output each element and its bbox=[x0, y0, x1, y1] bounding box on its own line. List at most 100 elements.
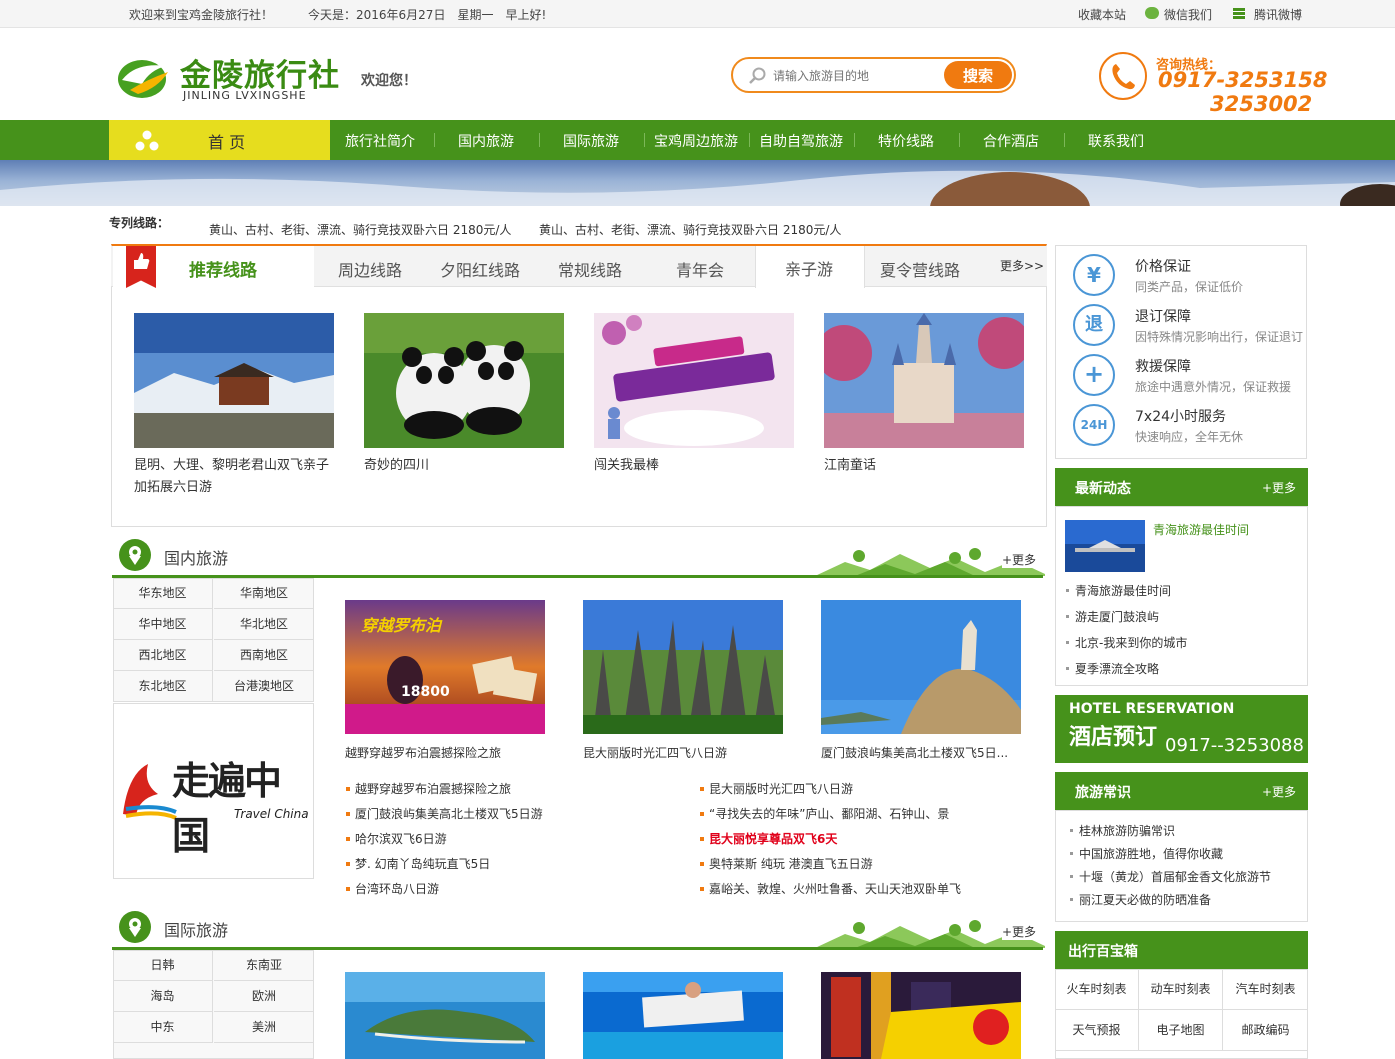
dom-image-stoneforest[interactable] bbox=[583, 600, 783, 734]
domestic-more-link[interactable]: +更多 bbox=[1002, 551, 1037, 568]
region-east-china[interactable]: 华东地区 bbox=[113, 578, 213, 609]
travel-china-ad[interactable]: 走遍中国 Travel China bbox=[113, 703, 314, 879]
card-title-kunming[interactable]: 昆明、大理、黎明老君山双飞亲子加拓展六日游 bbox=[134, 455, 334, 499]
nav-item-intro[interactable]: 旅行社简介 bbox=[345, 131, 415, 151]
hotel-reservation-banner[interactable]: HOTEL RESERVATION 酒店预订 0917--3253088 bbox=[1055, 695, 1308, 763]
recommend-more-link[interactable]: 更多>> bbox=[1000, 257, 1044, 274]
guarantee-subtitle: 因特殊情况影响出行，保证退订 bbox=[1135, 330, 1304, 344]
nav-item-contact[interactable]: 联系我们 bbox=[1088, 131, 1144, 151]
card-image-panda[interactable] bbox=[364, 313, 564, 448]
dom-list-item[interactable]: 台湾环岛八日游 bbox=[355, 880, 439, 897]
intl-image-ocean[interactable] bbox=[583, 972, 783, 1059]
tool-map[interactable]: 电子地图 bbox=[1139, 1010, 1223, 1051]
tool-train-schedule[interactable]: 火车时刻表 bbox=[1055, 969, 1139, 1010]
card-image-family[interactable] bbox=[594, 313, 794, 448]
knowledge-header: 旅游常识 +更多 bbox=[1055, 772, 1308, 810]
toolbox-header: 出行百宝箱 bbox=[1055, 931, 1308, 969]
nav-item-selfdrive[interactable]: 自助自驾旅游 bbox=[759, 131, 843, 151]
card-title-jiangnan[interactable]: 江南童话 bbox=[824, 455, 1024, 477]
knowledge-more-link[interactable]: +更多 bbox=[1262, 783, 1296, 800]
nav-item-hotels[interactable]: 合作酒店 bbox=[983, 131, 1039, 151]
tab-family[interactable]: 亲子游 bbox=[785, 256, 833, 280]
nav-home-label: 首 页 bbox=[208, 133, 246, 152]
news-item[interactable]: 夏季漂流全攻略 bbox=[1075, 660, 1159, 677]
tab-nearby[interactable]: 周边线路 bbox=[338, 257, 402, 281]
nav-item-international[interactable]: 国际旅游 bbox=[563, 131, 619, 151]
dom-image-lopnur[interactable]: 穿越罗布泊 18800 bbox=[345, 600, 545, 734]
tool-bus-schedule[interactable]: 汽车时刻表 bbox=[1223, 969, 1308, 1010]
card-title-sichuan[interactable]: 奇妙的四川 bbox=[364, 455, 564, 477]
search-button[interactable]: 搜索 bbox=[944, 61, 1012, 89]
dom-list-item[interactable]: 厦门鼓浪屿集美高北土楼双飞5日游 bbox=[355, 805, 543, 822]
tool-weather[interactable]: 天气预报 bbox=[1055, 1010, 1139, 1051]
guarantee-subtitle: 快速响应，全年无休 bbox=[1135, 430, 1244, 444]
region-hk-macao-tw[interactable]: 台港澳地区 bbox=[214, 671, 314, 702]
news-item[interactable]: 游走厦门鼓浪屿 bbox=[1075, 608, 1159, 625]
card-title-challenge[interactable]: 闯关我最棒 bbox=[594, 455, 794, 477]
international-more-link[interactable]: +更多 bbox=[1002, 923, 1037, 940]
tab-summercamp[interactable]: 夏令营线路 bbox=[880, 257, 960, 281]
region-central-china[interactable]: 华中地区 bbox=[113, 609, 213, 640]
dom-caption[interactable]: 昆大丽版时光汇四飞八日游 bbox=[583, 744, 783, 761]
dom-list-item-highlight[interactable]: 昆大丽悦享尊品双飞6天 bbox=[709, 830, 837, 847]
region-americas[interactable]: 美洲 bbox=[214, 1012, 314, 1043]
dom-list-item[interactable]: 昆大丽版时光汇四飞八日游 bbox=[709, 780, 853, 797]
search-input[interactable] bbox=[773, 66, 933, 86]
intl-image-island[interactable] bbox=[345, 972, 545, 1059]
tab-senior[interactable]: 夕阳红线路 bbox=[440, 257, 520, 281]
region-middle-east[interactable]: 中东 bbox=[113, 1012, 213, 1043]
card-image-castle[interactable] bbox=[824, 313, 1024, 448]
hotel-phone: 0917--3253088 bbox=[1165, 735, 1304, 756]
news-item[interactable]: 青海旅游最佳时间 bbox=[1075, 582, 1171, 599]
rescue-kit-icon: + bbox=[1073, 354, 1115, 396]
logo-icon[interactable] bbox=[116, 54, 172, 100]
weibo-link[interactable]: 腾讯微博 bbox=[1254, 6, 1302, 23]
dom-caption[interactable]: 越野穿越罗布泊震撼探险之旅 bbox=[345, 744, 545, 761]
welcome-text: 欢迎来到宝鸡金陵旅行社！ bbox=[129, 8, 274, 22]
region-islands[interactable]: 海岛 bbox=[113, 981, 213, 1012]
nav-home[interactable]: 首 页 bbox=[109, 120, 330, 160]
favorite-link[interactable]: 收藏本站 bbox=[1078, 6, 1126, 23]
wechat-link[interactable]: 微信我们 bbox=[1164, 6, 1212, 23]
dom-image-gulangyu[interactable] bbox=[821, 600, 1021, 734]
nav-item-baoji[interactable]: 宝鸡周边旅游 bbox=[654, 131, 738, 151]
tab-youth[interactable]: 青年会 bbox=[676, 257, 724, 281]
news-more-link[interactable]: +更多 bbox=[1262, 479, 1296, 496]
region-south-china[interactable]: 华南地区 bbox=[214, 578, 314, 609]
news-featured-image[interactable] bbox=[1065, 520, 1145, 572]
tool-bullet-train[interactable]: 动车时刻表 bbox=[1139, 969, 1223, 1010]
guarantee-title: 7x24小时服务 bbox=[1135, 409, 1227, 425]
dom-caption[interactable]: 厦门鼓浪屿集美高北土楼双飞5日... bbox=[821, 744, 1021, 761]
knowledge-item[interactable]: 中国旅游胜地，值得你收藏 bbox=[1079, 845, 1223, 862]
dom-list-item[interactable]: 哈尔滨双飞6日游 bbox=[355, 830, 447, 847]
region-northwest[interactable]: 西北地区 bbox=[113, 640, 213, 671]
special-line-link[interactable]: 黄山、古村、老街、漂流、骑行竞技双卧六日 2180元/人 bbox=[209, 221, 511, 238]
region-japan-korea[interactable]: 日韩 bbox=[113, 950, 213, 981]
intl-image-korea[interactable] bbox=[821, 972, 1021, 1059]
knowledge-item[interactable]: 桂林旅游防骗常识 bbox=[1079, 822, 1175, 839]
news-featured-link[interactable]: 青海旅游最佳时间 bbox=[1153, 521, 1249, 538]
region-southwest[interactable]: 西南地区 bbox=[214, 640, 314, 671]
card-image-kunming[interactable] bbox=[134, 313, 334, 448]
dom-list-item[interactable]: 梦. 幻南丫岛纯玩直飞5日 bbox=[355, 855, 490, 872]
news-item[interactable]: 北京-我来到你的城市 bbox=[1075, 634, 1187, 651]
region-europe[interactable]: 欧洲 bbox=[214, 981, 314, 1012]
nav-item-domestic[interactable]: 国内旅游 bbox=[458, 131, 514, 151]
lopnur-image-title: 穿越罗布泊 bbox=[361, 616, 442, 635]
dom-list-item[interactable]: “寻找失去的年味”庐山、鄱阳湖、石钟山、景 bbox=[709, 805, 949, 822]
bullet bbox=[1066, 641, 1069, 644]
dom-list-item[interactable]: 奥特莱斯 纯玩 港澳直飞五日游 bbox=[709, 855, 873, 872]
dom-list-item[interactable]: 越野穿越罗布泊震撼探险之旅 bbox=[355, 780, 511, 797]
region-north-china[interactable]: 华北地区 bbox=[214, 609, 314, 640]
knowledge-item[interactable]: 丽江夏天必做的防晒准备 bbox=[1079, 891, 1211, 908]
region-northeast[interactable]: 东北地区 bbox=[113, 671, 213, 702]
news-title: 最新动态 bbox=[1075, 481, 1131, 497]
special-line-link[interactable]: 黄山、古村、老街、漂流、骑行竞技双卧六日 2180元/人 bbox=[539, 221, 841, 238]
date-text: 今天是：2016年6月27日 星期一 早上好! bbox=[308, 8, 547, 22]
knowledge-item[interactable]: 十堰（黄龙）首届郁金香文化旅游节 bbox=[1079, 868, 1271, 885]
region-southeast-asia[interactable]: 东南亚 bbox=[214, 950, 314, 981]
nav-item-specials[interactable]: 特价线路 bbox=[878, 131, 934, 151]
tab-regular[interactable]: 常规线路 bbox=[558, 257, 622, 281]
tool-postcode[interactable]: 邮政编码 bbox=[1223, 1010, 1308, 1051]
dom-list-item[interactable]: 嘉峪关、敦煌、火州吐鲁番、天山天池双卧单飞 bbox=[709, 880, 961, 897]
